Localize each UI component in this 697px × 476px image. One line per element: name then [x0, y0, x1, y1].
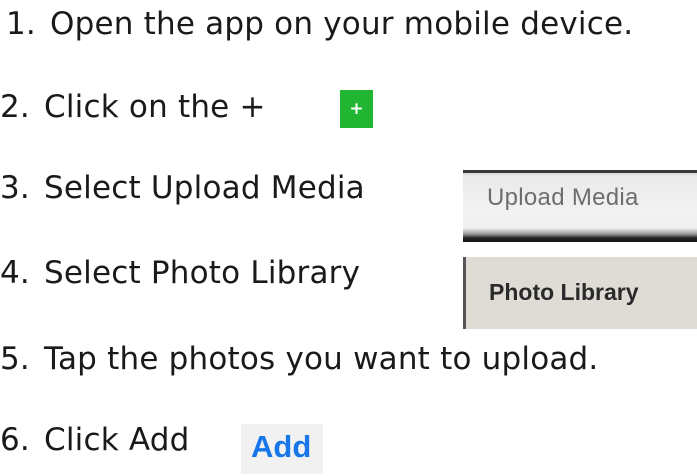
step-text: Select Upload Media — [43, 170, 365, 206]
photo-library-image: Photo Library — [463, 257, 697, 329]
step-6: 6. Click Add — [0, 420, 190, 460]
step-text: Tap the photos you want to upload. — [43, 341, 599, 377]
step-number: 6. — [0, 422, 30, 458]
step-number: 5. — [0, 341, 30, 377]
step-text: Select Photo Library — [43, 255, 361, 291]
add-label: Add — [251, 429, 312, 464]
divider — [463, 257, 466, 329]
step-1: 1. Open the app on your mobile device. — [6, 4, 633, 44]
photo-library-label: Photo Library — [489, 279, 639, 305]
plus-icon: + — [349, 99, 364, 119]
step-text: Click on the + — [43, 89, 266, 125]
upload-media-label: Upload Media — [487, 184, 639, 211]
step-4: 4. Select Photo Library — [0, 253, 360, 293]
step-number: 3. — [0, 170, 30, 206]
step-number: 2. — [0, 89, 30, 125]
step-number: 1. — [6, 6, 36, 42]
step-3: 3. Select Upload Media — [0, 168, 365, 208]
plus-button-image: + — [340, 90, 373, 128]
add-button-image: Add — [241, 424, 323, 474]
step-number: 4. — [0, 255, 30, 291]
divider — [463, 170, 697, 173]
step-5: 5. Tap the photos you want to upload. — [0, 339, 599, 379]
step-2: 2. Click on the + — [0, 87, 266, 127]
step-text: Open the app on your mobile device. — [49, 6, 634, 42]
step-text: Click Add — [43, 422, 190, 458]
upload-media-image: Upload Media — [463, 170, 697, 242]
